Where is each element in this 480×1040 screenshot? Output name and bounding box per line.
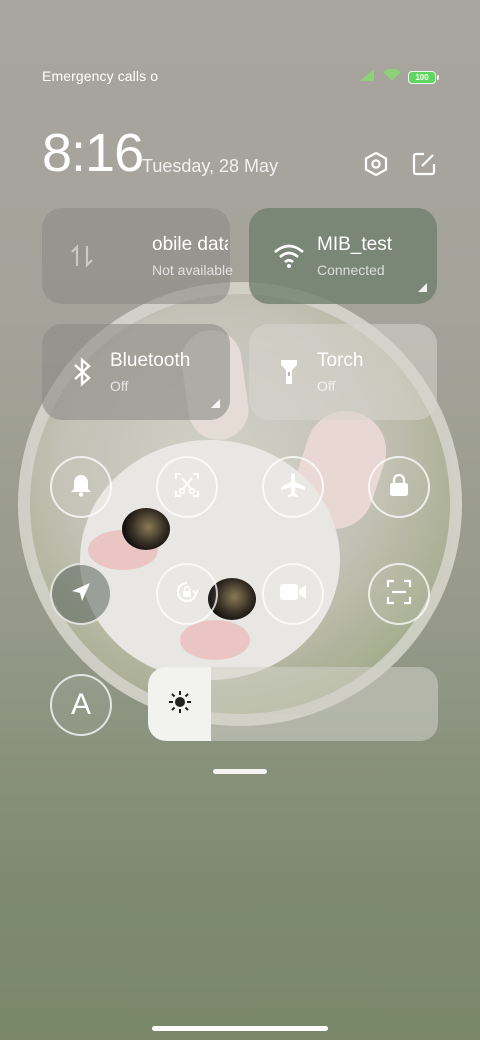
tile-label: Torch	[317, 350, 364, 371]
auto-brightness-label: A	[70, 688, 91, 721]
scan-icon	[385, 578, 413, 611]
mobile-data-icon	[66, 240, 98, 272]
expand-corner-icon[interactable]	[211, 399, 220, 408]
toggle-screenshot[interactable]	[156, 456, 218, 518]
battery-icon: 100	[408, 71, 439, 84]
sun-icon	[166, 688, 194, 721]
clock-time[interactable]: 8:16	[42, 122, 144, 184]
wifi-signal-icon	[382, 68, 402, 87]
brightness-slider[interactable]	[148, 667, 438, 741]
toggle-rotation-lock[interactable]	[156, 563, 218, 625]
clock-date[interactable]: Tuesday, 28 May	[142, 156, 278, 177]
toggle-airplane-mode[interactable]	[262, 456, 324, 518]
tile-torch[interactable]: Torch Off	[249, 324, 437, 420]
auto-brightness-button[interactable]: A	[50, 674, 112, 736]
tile-label: obile data	[152, 234, 228, 255]
home-indicator[interactable]	[152, 1026, 328, 1031]
wifi-icon	[273, 240, 305, 272]
screenshot-icon	[174, 472, 200, 503]
bluetooth-icon	[66, 356, 98, 388]
tile-label: MIB_test	[317, 234, 392, 255]
carrier-text: Emergency calls o	[42, 68, 159, 84]
torch-icon	[273, 356, 305, 388]
lock-icon	[386, 472, 412, 503]
airplane-icon	[279, 471, 307, 504]
tile-state: Off	[110, 378, 129, 394]
video-icon	[278, 580, 308, 609]
brightness-fill[interactable]	[148, 667, 211, 741]
tile-state: Off	[317, 378, 336, 394]
expand-corner-icon[interactable]	[418, 283, 427, 292]
panel-drag-handle[interactable]	[213, 769, 267, 774]
wallpaper-bunny-eye	[122, 508, 170, 550]
tile-state: Connected	[317, 262, 385, 278]
edit-icon[interactable]	[410, 150, 438, 178]
toggle-screen-record[interactable]	[262, 563, 324, 625]
tile-bluetooth[interactable]: Bluetooth Off	[42, 324, 230, 420]
status-bar: Emergency calls o 100	[0, 66, 480, 88]
tile-state: Not available	[152, 262, 233, 278]
bell-icon	[68, 472, 94, 503]
rotation-lock-icon	[173, 578, 201, 611]
toggle-scanner[interactable]	[368, 563, 430, 625]
toggle-location[interactable]	[50, 563, 112, 625]
toggle-ringer[interactable]	[50, 456, 112, 518]
wallpaper-bunny-cheek	[180, 620, 250, 660]
location-icon	[69, 580, 93, 609]
toggle-lock-screen[interactable]	[368, 456, 430, 518]
tile-label: Bluetooth	[110, 350, 191, 371]
settings-icon[interactable]	[362, 150, 390, 178]
tile-wifi[interactable]: MIB_test Connected	[249, 208, 437, 304]
tile-mobile-data[interactable]: obile data Not available	[42, 208, 233, 304]
cell-signal-icon	[358, 68, 376, 87]
status-icons: 100	[358, 68, 439, 87]
